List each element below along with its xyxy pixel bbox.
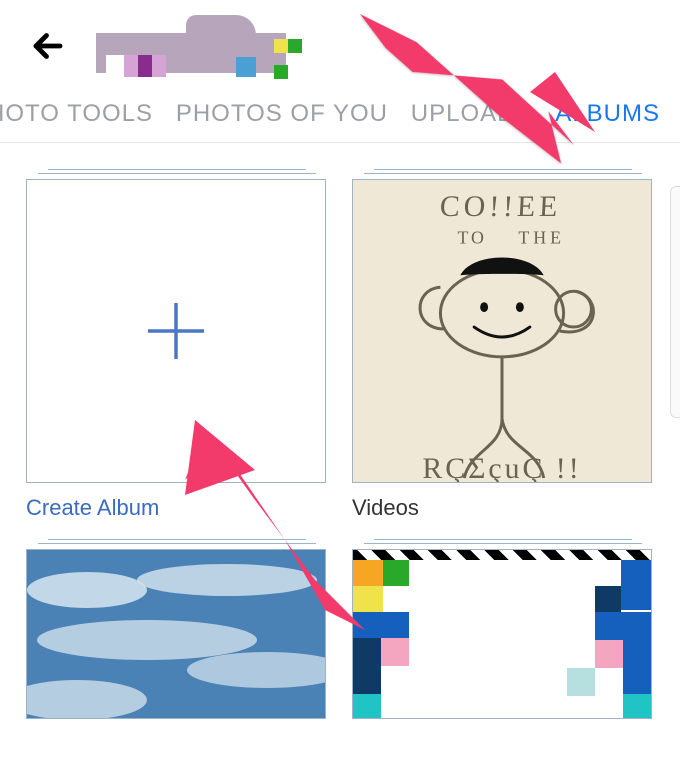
- stack-decoration: [38, 539, 316, 547]
- coffee-text-1: COǃǃEE: [439, 190, 562, 223]
- svg-text:RÇΣçuÇ !!: RÇΣçuÇ !!: [422, 452, 581, 483]
- album-card-3[interactable]: [352, 539, 654, 719]
- stack-decoration: [364, 169, 642, 177]
- svg-text:TO: TO: [457, 228, 486, 248]
- back-arrow-icon[interactable]: [30, 26, 66, 74]
- tab-albums[interactable]: ALBUMS: [555, 100, 660, 128]
- profile-picture[interactable]: [96, 15, 306, 85]
- album-3-thumb[interactable]: [352, 549, 652, 719]
- stack-decoration: [364, 539, 642, 547]
- stack-decoration: [38, 169, 316, 177]
- albums-grid: Create Album COǃǃEE TO THE: [0, 143, 680, 745]
- album-videos-label: Videos: [352, 495, 654, 521]
- tab-photos-of-you[interactable]: PHOTOS OF YOU: [176, 100, 388, 128]
- create-album-thumb[interactable]: [26, 179, 326, 483]
- album-card-videos[interactable]: COǃǃEE TO THE RÇ: [352, 169, 654, 521]
- plus-icon: [141, 296, 211, 366]
- create-album-card[interactable]: Create Album: [26, 169, 328, 521]
- tabs: PHOTO TOOLS PHOTOS OF YOU UPLOADS ALBUMS: [0, 100, 680, 143]
- svg-text:THE: THE: [518, 228, 565, 248]
- tab-photo-tools[interactable]: PHOTO TOOLS: [0, 100, 153, 128]
- album-2-thumb[interactable]: [26, 549, 326, 719]
- scrollbar[interactable]: [670, 186, 680, 418]
- header: [0, 0, 680, 100]
- album-card-2[interactable]: [26, 539, 328, 719]
- tab-uploads[interactable]: UPLOADS: [411, 100, 533, 128]
- album-videos-thumb[interactable]: COǃǃEE TO THE RÇ: [352, 179, 652, 483]
- create-album-label: Create Album: [26, 495, 328, 521]
